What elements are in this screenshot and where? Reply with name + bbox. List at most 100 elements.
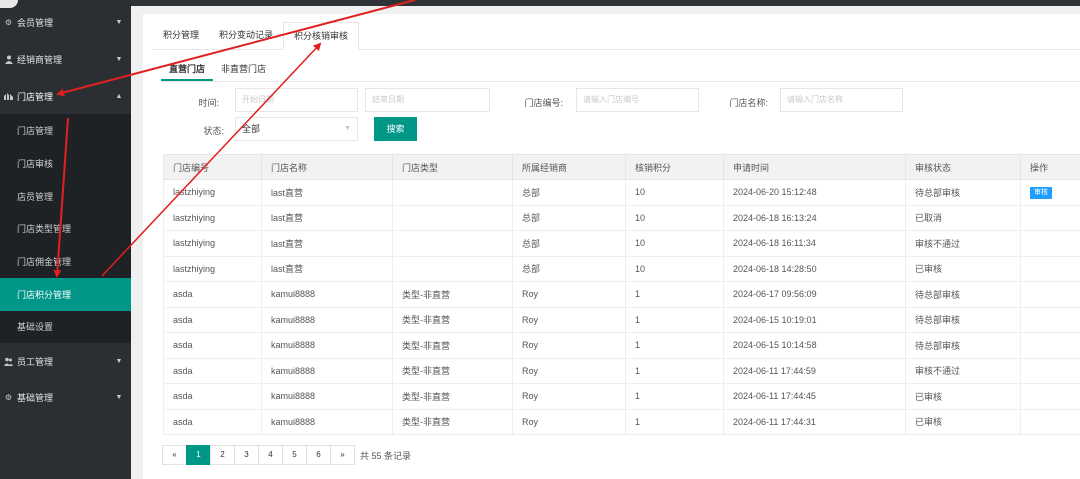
cell-points: 1 xyxy=(625,332,724,359)
cell-action xyxy=(1020,383,1080,410)
cell-store-no: asda xyxy=(163,332,262,359)
cell-store-name: kamui8888 xyxy=(261,306,393,333)
tab-points-writeoff-audit[interactable]: 积分核销审核 xyxy=(283,22,360,50)
sidebar-item-member[interactable]: ⚙ 会员管理 ▼ xyxy=(0,6,131,39)
pager-page[interactable]: 5 xyxy=(282,445,307,465)
cell-dealer: 总部 xyxy=(512,204,626,231)
cell-apply-time: 2024-06-11 17:44:45 xyxy=(723,383,906,410)
divider xyxy=(161,81,1080,82)
table-row: lastzhiying last直营 总部 10 2024-06-18 14:28:50… xyxy=(163,255,1080,282)
sidebar-item-dealer[interactable]: 经销商管理 ▼ xyxy=(0,43,131,76)
sidebar-item-label: 员工管理 xyxy=(17,357,54,367)
store-type-tabs: 直营门店 非直营门店 xyxy=(161,59,274,81)
table-row: asda kamui8888 类型-非直营 Roy 1 2024-06-11 17:44:… xyxy=(163,357,1080,384)
cell-apply-time: 2024-06-15 10:19:01 xyxy=(723,306,906,333)
top-bar xyxy=(0,0,1080,6)
cell-store-type xyxy=(392,204,513,231)
sidebar-subitem-store-commission[interactable]: 门店佣金管理 xyxy=(0,245,131,278)
pager-page[interactable]: 4 xyxy=(258,445,283,465)
table-row: asda kamui8888 类型-非直营 Roy 1 2024-06-11 17:44:… xyxy=(163,408,1080,435)
tab-points-change-log[interactable]: 积分变动记录 xyxy=(209,22,283,50)
cell-store-name: kamui8888 xyxy=(261,408,393,435)
cell-dealer: Roy xyxy=(512,357,626,384)
cell-dealer: Roy xyxy=(512,383,626,410)
cell-dealer: Roy xyxy=(512,408,626,435)
table-row: asda kamui8888 类型-非直营 Roy 1 2024-06-15 10:19:… xyxy=(163,306,1080,333)
people-icon xyxy=(4,357,13,366)
audit-button[interactable]: 审核 xyxy=(1030,186,1052,199)
cell-apply-time: 2024-06-11 17:44:31 xyxy=(723,408,906,435)
pager-page[interactable]: 1 xyxy=(186,445,211,465)
chevron-up-icon: ▲ xyxy=(115,93,123,100)
writeoff-table: 门店编号 门店名称 门店类型 所属经销商 核销积分 申请时间 审核状态 操作 l… xyxy=(163,154,1080,435)
cell-store-name: last直营 xyxy=(261,204,393,231)
pager-next[interactable]: » xyxy=(330,445,355,465)
cell-apply-time: 2024-06-20 15:12:48 xyxy=(723,179,906,206)
points-tabs: 积分管理 积分变动记录 积分核销审核 xyxy=(153,22,1080,50)
cell-store-type xyxy=(392,179,513,206)
pagination: « 1 2 3 4 5 6 » 共 55 条记录 xyxy=(162,445,411,465)
tab-non-direct-store[interactable]: 非直营门店 xyxy=(213,59,274,81)
sidebar-subitem-basic-settings[interactable]: 基础设置 xyxy=(0,310,131,343)
col-store-no: 门店编号 xyxy=(163,154,262,180)
sidebar-item-basic[interactable]: ⚙ 基础管理 ▼ xyxy=(0,381,131,414)
cell-store-type: 类型-非直营 xyxy=(392,408,513,435)
cell-action xyxy=(1020,408,1080,435)
cell-store-no: asda xyxy=(163,357,262,384)
table-row: asda kamui8888 类型-非直营 Roy 1 2024-06-15 10:14:… xyxy=(163,332,1080,359)
cell-store-name: kamui8888 xyxy=(261,332,393,359)
status-select[interactable]: 全部 ▼ xyxy=(235,117,358,141)
cell-action xyxy=(1020,204,1080,231)
cell-store-type xyxy=(392,255,513,282)
cell-dealer: Roy xyxy=(512,332,626,359)
pager-page[interactable]: 6 xyxy=(306,445,331,465)
time-label: 时间: xyxy=(198,98,219,108)
table-row: asda kamui8888 类型-非直营 Roy 1 2024-06-11 17:44:… xyxy=(163,383,1080,410)
cell-apply-time: 2024-06-15 10:14:58 xyxy=(723,332,906,359)
cell-action xyxy=(1020,255,1080,282)
sidebar-item-label: 门店管理 xyxy=(17,92,54,102)
sidebar-subitem-store-audit[interactable]: 门店审核 xyxy=(0,147,131,180)
cell-action xyxy=(1020,306,1080,333)
sidebar-item-store[interactable]: 门店管理 ▲ xyxy=(0,80,131,113)
cell-audit-status: 已取消 xyxy=(905,204,1021,231)
store-name-input[interactable]: 请输入门店名称 xyxy=(780,88,903,112)
sidebar-subitem-store-manage[interactable]: 门店管理 xyxy=(0,114,131,147)
cell-audit-status: 待总部审核 xyxy=(905,281,1021,308)
sidebar-item-label: 基础管理 xyxy=(17,393,54,403)
col-apply-time: 申请时间 xyxy=(723,154,906,180)
cell-store-name: last直营 xyxy=(261,179,393,206)
pager-page[interactable]: 2 xyxy=(210,445,235,465)
tab-points-manage[interactable]: 积分管理 xyxy=(153,22,209,50)
status-select-value: 全部 xyxy=(242,124,261,134)
cell-audit-status: 已审核 xyxy=(905,255,1021,282)
end-date-input[interactable]: 结束日期 xyxy=(365,88,490,112)
cell-points: 10 xyxy=(625,255,724,282)
cell-audit-status: 待总部审核 xyxy=(905,179,1021,206)
sidebar-item-staff[interactable]: 员工管理 ▼ xyxy=(0,345,131,378)
col-dealer: 所属经销商 xyxy=(512,154,626,180)
store-no-input[interactable]: 请输入门店编号 xyxy=(576,88,699,112)
pager-prev[interactable]: « xyxy=(162,445,187,465)
sidebar-subitem-store-type[interactable]: 门店类型管理 xyxy=(0,212,131,245)
tab-direct-store[interactable]: 直营门店 xyxy=(161,59,214,81)
cell-points: 1 xyxy=(625,306,724,333)
cell-points: 1 xyxy=(625,357,724,384)
cell-store-name: kamui8888 xyxy=(261,357,393,384)
start-date-input[interactable]: 开始日期 xyxy=(235,88,358,112)
cell-points: 1 xyxy=(625,408,724,435)
gear-icon: ⚙ xyxy=(4,18,13,27)
sidebar-subitem-store-points[interactable]: 门店积分管理 xyxy=(0,278,131,311)
cell-store-name: kamui8888 xyxy=(261,383,393,410)
col-points: 核销积分 xyxy=(625,154,724,180)
store-name-label: 门店名称: xyxy=(729,98,768,108)
cell-store-no: lastzhiying xyxy=(163,230,262,257)
search-button[interactable]: 搜索 xyxy=(374,117,417,141)
store-icon xyxy=(4,92,13,101)
gear-icon: ⚙ xyxy=(4,393,13,402)
table-header-row: 门店编号 门店名称 门店类型 所属经销商 核销积分 申请时间 审核状态 操作 xyxy=(163,154,1080,180)
sidebar-subitem-clerk-manage[interactable]: 店员管理 xyxy=(0,180,131,213)
cell-audit-status: 已审核 xyxy=(905,408,1021,435)
pager-page[interactable]: 3 xyxy=(234,445,259,465)
cell-apply-time: 2024-06-18 16:11:34 xyxy=(723,230,906,257)
